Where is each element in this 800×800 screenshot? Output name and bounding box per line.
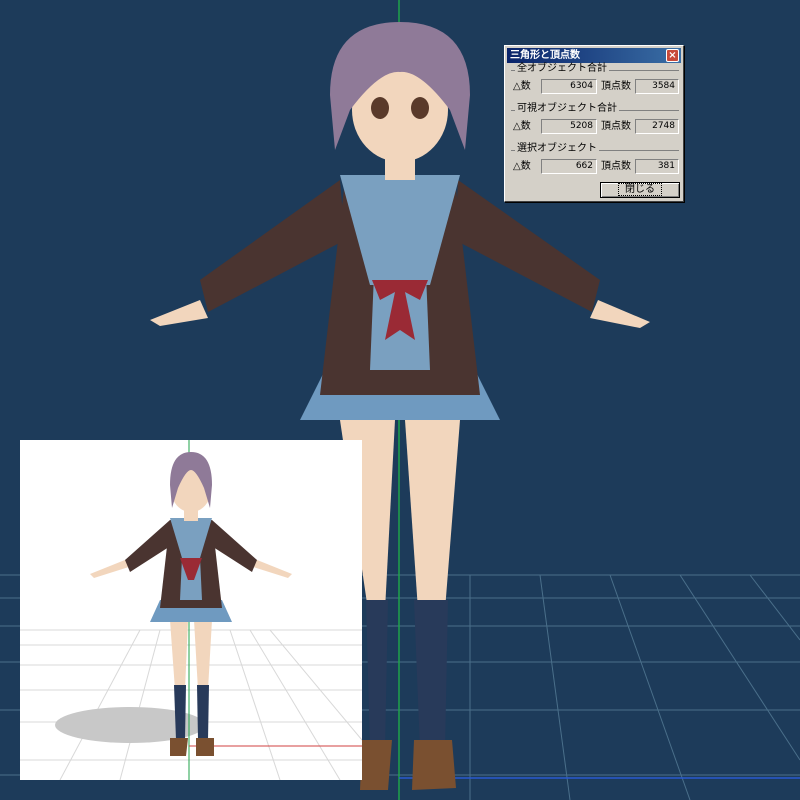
close-button-label: 閉じる <box>618 183 662 196</box>
triangle-vertex-dialog[interactable]: 三角形と頂点数 × 全オブジェクト合計 △数 6304 頂点数 3584 可視オ… <box>504 45 684 202</box>
triangle-count-value: 6304 <box>541 79 597 94</box>
triangle-count-label: △数 <box>513 161 531 172</box>
right-shoe <box>412 740 456 790</box>
preview-scene <box>20 440 362 780</box>
close-icon[interactable]: × <box>666 49 679 62</box>
close-button[interactable]: 閉じる <box>600 182 680 198</box>
right-leg <box>405 420 460 610</box>
triangle-count-label: △数 <box>513 121 531 132</box>
vertex-count-label: 頂点数 <box>601 81 631 92</box>
right-eye <box>411 97 429 119</box>
group-selected-objects: 選択オブジェクト △数 662 頂点数 381 <box>511 143 679 180</box>
preview-floor-grid <box>20 629 362 780</box>
vertex-count-value: 3584 <box>635 79 679 94</box>
vertex-count-value: 381 <box>635 159 679 174</box>
group-all-objects: 全オブジェクト合計 △数 6304 頂点数 3584 <box>511 63 679 100</box>
triangle-count-value: 662 <box>541 159 597 174</box>
group-label: 全オブジェクト合計 <box>515 63 609 75</box>
vertex-count-label: 頂点数 <box>601 161 631 172</box>
group-visible-objects: 可視オブジェクト合計 △数 5208 頂点数 2748 <box>511 103 679 140</box>
vertex-count-value: 2748 <box>635 119 679 134</box>
group-label: 可視オブジェクト合計 <box>515 103 619 115</box>
left-eye <box>371 97 389 119</box>
preview-inset <box>20 440 362 780</box>
vertex-count-label: 頂点数 <box>601 121 631 132</box>
right-hand <box>590 300 650 328</box>
group-label: 選択オブジェクト <box>515 143 599 155</box>
left-shoe <box>360 740 392 790</box>
left-hand <box>150 300 208 326</box>
left-sleeve <box>200 180 345 312</box>
triangle-count-value: 5208 <box>541 119 597 134</box>
left-sock <box>366 600 388 750</box>
triangle-count-label: △数 <box>513 81 531 92</box>
dialog-title: 三角形と頂点数 <box>510 50 580 61</box>
dialog-titlebar[interactable]: 三角形と頂点数 × <box>507 48 681 63</box>
right-sock <box>414 600 448 750</box>
